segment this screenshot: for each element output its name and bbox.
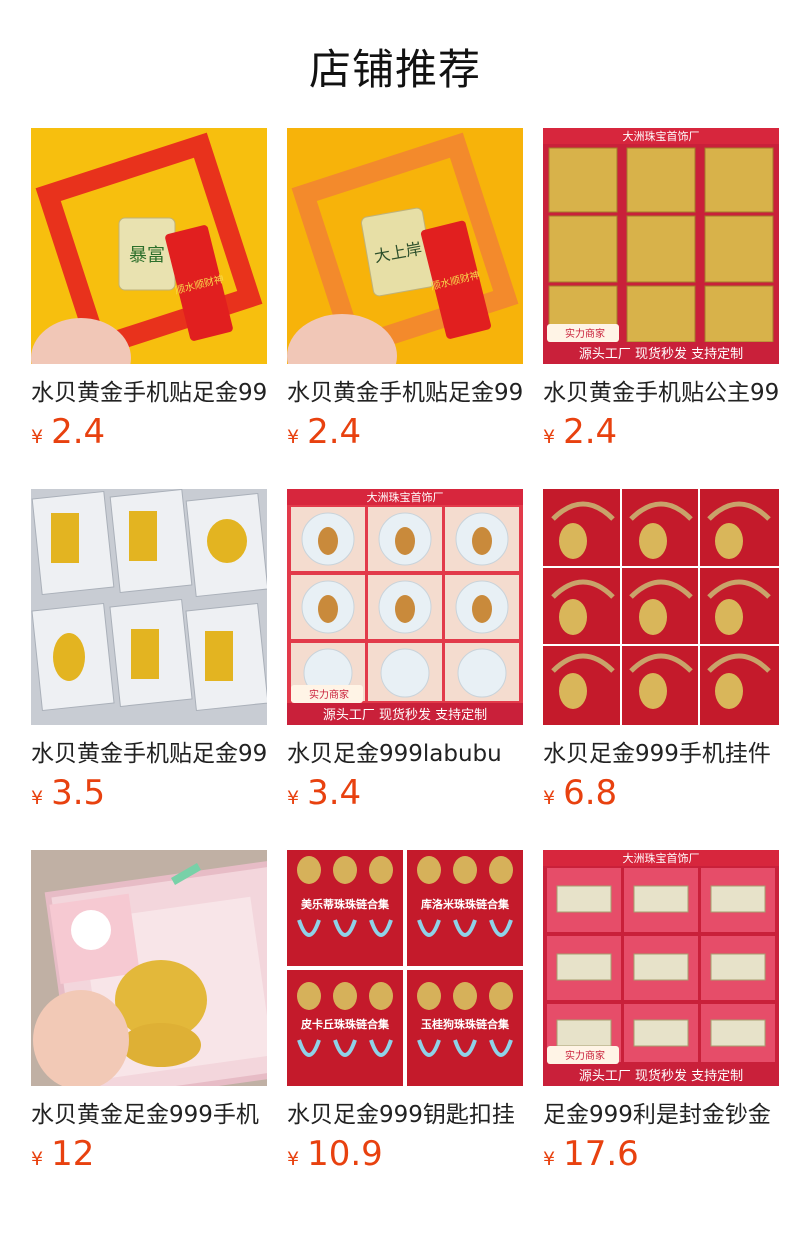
price-value: 3.4 <box>307 773 362 813</box>
product-price: ¥ 12 <box>31 1134 267 1179</box>
image-caption: 玉桂狗珠珠链合集 <box>421 1017 510 1031</box>
product-image[interactable] <box>543 489 779 725</box>
product-image[interactable]: 大上岸 顺水顺财神 <box>287 128 523 364</box>
currency-symbol: ¥ <box>31 1148 44 1170</box>
product-grid: 暴富 顺水顺财神 水贝黄金手机贴足金999 ¥ 2.4 大上岸 顺水顺财神 水贝… <box>0 128 790 1179</box>
product-price: ¥ 3.4 <box>287 773 523 818</box>
image-caption: 源头工厂 现货秒发 支持定制 <box>579 346 743 362</box>
image-caption: 实力商家 <box>309 688 349 701</box>
image-caption: 暴富 <box>129 245 165 266</box>
product-image[interactable]: 大洲珠宝首饰厂 实力商家 源头工厂 现货秒发 支持定制 <box>543 128 779 364</box>
currency-symbol: ¥ <box>287 1148 300 1170</box>
product-card[interactable]: 大洲珠宝首饰厂 实力商家 源头工厂 现货秒发 支持定制 水贝黄金手机贴公主999… <box>543 128 779 457</box>
product-image[interactable]: 美乐蒂珠珠链合集 库洛米珠珠链合集 皮卡丘珠珠链合集 玉桂狗珠珠链合集 <box>287 850 523 1086</box>
price-value: 2.4 <box>51 412 106 452</box>
product-title[interactable]: 水贝黄金手机贴公主999 <box>543 376 779 410</box>
product-image[interactable]: 大洲珠宝首饰厂 实力商家 源头工厂 现货秒发 支持定制 <box>287 489 523 725</box>
currency-symbol: ¥ <box>543 426 556 448</box>
product-image[interactable] <box>31 850 267 1086</box>
product-price: ¥ 17.6 <box>543 1134 779 1179</box>
price-value: 10.9 <box>307 1134 383 1174</box>
product-title[interactable]: 水贝黄金手机贴足金999 <box>31 737 267 771</box>
product-card[interactable]: 大上岸 顺水顺财神 水贝黄金手机贴足金999 ¥ 2.4 <box>287 128 523 457</box>
product-title[interactable]: 水贝足金999手机挂件 <box>543 737 779 771</box>
price-value: 6.8 <box>563 773 618 813</box>
product-image[interactable]: 暴富 顺水顺财神 <box>31 128 267 364</box>
price-value: 2.4 <box>563 412 618 452</box>
product-card[interactable]: 水贝足金999手机挂件 ¥ 6.8 <box>543 489 779 818</box>
image-caption: 皮卡丘珠珠链合集 <box>300 1017 390 1031</box>
price-value: 2.4 <box>307 412 362 452</box>
image-caption: 大洲珠宝首饰厂 <box>623 851 700 865</box>
image-caption: 源头工厂 现货秒发 支持定制 <box>579 1068 743 1084</box>
product-card[interactable]: 水贝黄金手机贴足金999 ¥ 3.5 <box>31 489 267 818</box>
product-title[interactable]: 水贝足金999钥匙扣挂 <box>287 1098 523 1132</box>
product-card[interactable]: 暴富 顺水顺财神 水贝黄金手机贴足金999 ¥ 2.4 <box>31 128 267 457</box>
image-caption: 实力商家 <box>565 1049 605 1062</box>
image-caption: 源头工厂 现货秒发 支持定制 <box>323 707 487 723</box>
product-image[interactable] <box>31 489 267 725</box>
product-title[interactable]: 水贝黄金手机贴足金999 <box>31 376 267 410</box>
image-caption: 库洛米珠珠链合集 <box>421 897 510 911</box>
currency-symbol: ¥ <box>31 787 44 809</box>
product-price: ¥ 10.9 <box>287 1134 523 1179</box>
currency-symbol: ¥ <box>287 426 300 448</box>
image-caption: 大洲珠宝首饰厂 <box>367 490 444 504</box>
product-title[interactable]: 水贝黄金手机贴足金999 <box>287 376 523 410</box>
product-price: ¥ 3.5 <box>31 773 267 818</box>
product-price: ¥ 6.8 <box>543 773 779 818</box>
product-price: ¥ 2.4 <box>31 412 267 457</box>
product-image[interactable]: 大洲珠宝首饰厂 实力商家 源头工厂 现货秒发 支持定制 <box>543 850 779 1086</box>
product-card[interactable]: 美乐蒂珠珠链合集 库洛米珠珠链合集 皮卡丘珠珠链合集 玉桂狗珠珠链合集 水贝足金… <box>287 850 523 1179</box>
currency-symbol: ¥ <box>543 1148 556 1170</box>
product-card[interactable]: 大洲珠宝首饰厂 实力商家 源头工厂 现货秒发 支持定制 足金999利是封金钞金 <box>543 850 779 1179</box>
section-header: 店铺推荐 <box>0 0 790 128</box>
section-title: 店铺推荐 <box>308 45 481 94</box>
product-title[interactable]: 水贝黄金足金999手机 <box>31 1098 267 1132</box>
product-card[interactable]: 水贝黄金足金999手机 ¥ 12 <box>31 850 267 1179</box>
product-title[interactable]: 水贝足金999labubu <box>287 737 523 771</box>
price-value: 17.6 <box>563 1134 639 1174</box>
product-price: ¥ 2.4 <box>543 412 779 457</box>
currency-symbol: ¥ <box>31 426 44 448</box>
product-card[interactable]: 大洲珠宝首饰厂 实力商家 源头工厂 现货秒发 支持定制 水贝足金999labub… <box>287 489 523 818</box>
currency-symbol: ¥ <box>543 787 556 809</box>
product-title[interactable]: 足金999利是封金钞金 <box>543 1098 779 1132</box>
price-value: 12 <box>51 1134 95 1174</box>
currency-symbol: ¥ <box>287 787 300 809</box>
image-caption: 美乐蒂珠珠链合集 <box>301 897 390 911</box>
price-value: 3.5 <box>51 773 106 813</box>
image-caption: 实力商家 <box>565 327 605 340</box>
product-price: ¥ 2.4 <box>287 412 523 457</box>
image-caption: 大洲珠宝首饰厂 <box>623 129 700 143</box>
